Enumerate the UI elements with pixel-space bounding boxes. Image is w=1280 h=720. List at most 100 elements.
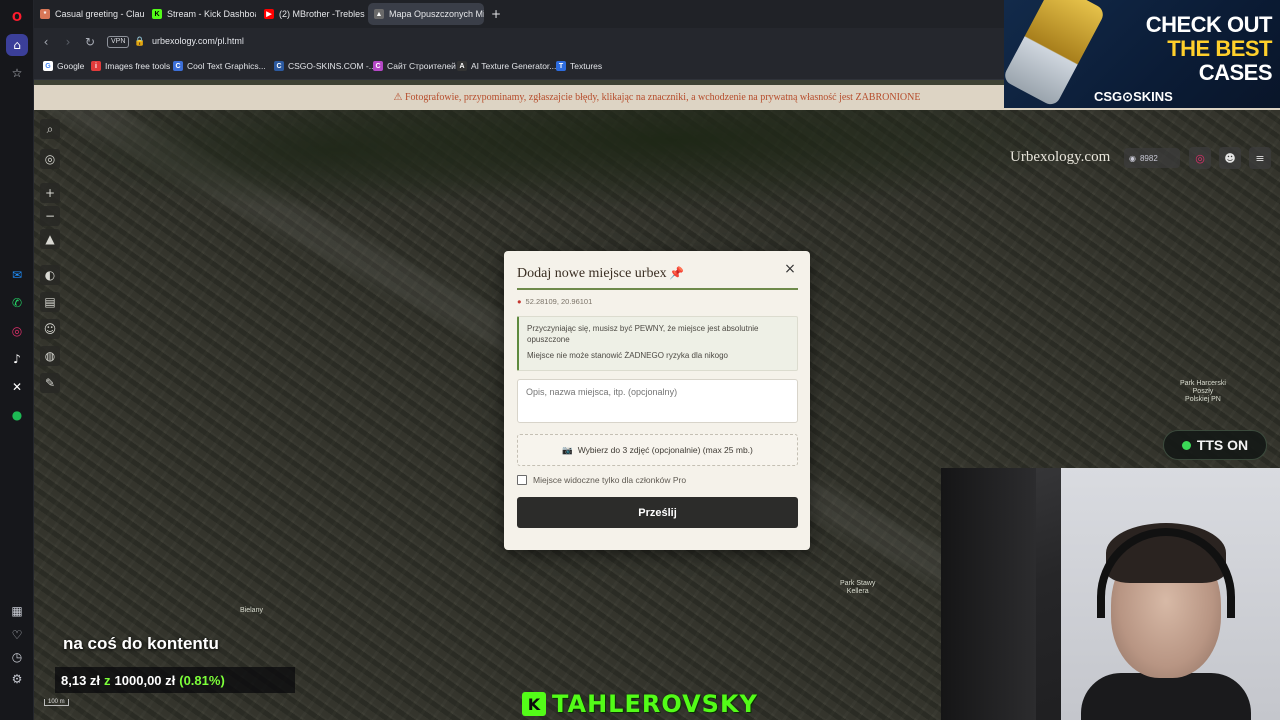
webcam-feed <box>941 468 1280 720</box>
webcam-shirt <box>1081 673 1251 720</box>
ad-headline-2: THE BEST <box>1167 36 1272 61</box>
add-place-modal: Dodaj nowe miejsce urbex 📌 × ● 52.28109,… <box>504 251 810 550</box>
heart-icon[interactable]: ♡ <box>6 624 28 646</box>
street-view-icon[interactable]: ☺ <box>40 319 60 339</box>
draw-tool-icon[interactable]: ✎ <box>40 373 60 393</box>
tab-label: Mapa Opuszczonych Mie <box>389 9 484 19</box>
bookmark-icon: C <box>274 61 284 71</box>
star-icon[interactable]: ☆ <box>6 62 28 84</box>
pushpin-icon: 📌 <box>669 266 684 280</box>
knife-graphic <box>1004 0 1107 108</box>
locate-icon[interactable]: ◎ <box>40 149 60 169</box>
bookmark-label: CSGO-SKINS.COM -... <box>288 61 376 71</box>
spotify-icon[interactable]: ● <box>6 404 28 426</box>
ad-headline-1: CHECK OUT <box>1145 12 1273 37</box>
kick-icon: K <box>152 9 162 19</box>
tiktok-icon[interactable]: ♪ <box>6 348 28 370</box>
caption-text: na coś do kontentu <box>63 634 219 653</box>
globe-icon[interactable]: ◍ <box>40 346 60 366</box>
tab-kick-dashboard[interactable]: K Stream - Kick Dashboard <box>146 3 256 25</box>
tab-label: (2) MBrother -Trebles <box>279 9 365 19</box>
map-label-bielany: Bielany <box>240 607 263 614</box>
zoom-in-button[interactable]: + <box>40 183 60 203</box>
bookmark-google[interactable]: G Google <box>43 61 84 71</box>
submit-button[interactable]: Prześlij <box>517 497 798 528</box>
pro-only-option[interactable]: Miejsce widoczne tylko dla członków Pro <box>517 475 686 485</box>
menu-icon[interactable]: ≡ <box>1249 147 1271 169</box>
divider <box>517 288 798 290</box>
close-icon[interactable]: × <box>783 261 797 277</box>
discord-count: 8982 <box>1139 153 1158 163</box>
discord-button[interactable]: ◉ 8982 <box>1124 148 1180 168</box>
tab-youtube[interactable]: ▶ (2) MBrother -Trebles <box>258 3 366 25</box>
lock-icon[interactable]: 🔒 <box>132 34 148 50</box>
layer-terrain-icon[interactable]: ◐ <box>40 265 60 285</box>
donation-goal-amount: 1000,00 zł <box>114 672 176 688</box>
bookmark-label: Textures <box>570 61 603 71</box>
webcam-chair <box>941 468 1036 720</box>
modal-title: Dodaj nowe miejsce urbex <box>517 266 667 281</box>
claude-icon: * <box>40 9 50 19</box>
x-twitter-icon[interactable]: ✕ <box>6 376 28 398</box>
location-pin-icon: ● <box>517 297 522 306</box>
streamer-tag: K TAHLEROVSKY <box>522 690 758 718</box>
coordinates: ● 52.28109, 20.96101 <box>517 297 592 306</box>
bookmark-icon: С <box>373 61 383 71</box>
donation-percent: (0.81%) <box>179 672 225 688</box>
plus-icon[interactable]: + <box>486 3 506 25</box>
sponsor-ad: CHECK OUT THE BEST CASES CSG⊙SKINS <box>1004 0 1280 108</box>
ad-brand: CSG⊙SKINS <box>1094 89 1173 104</box>
tab-claude[interactable]: * Casual greeting - Claude <box>34 3 144 25</box>
back-icon[interactable]: ‹ <box>38 34 54 50</box>
site-logo[interactable]: Urbexology.com <box>1010 149 1110 166</box>
bookmark-textures[interactable]: T Textures <box>556 61 602 71</box>
photo-upload-button[interactable]: 📷 Wybierz do 3 zdjęć (opcjonalnie) (max … <box>517 434 798 466</box>
bookmark-ai-texture[interactable]: A AI Texture Generator... <box>457 61 556 71</box>
reload-icon[interactable]: ↻ <box>82 34 98 50</box>
ad-headline-3: CASES <box>1198 60 1273 85</box>
bookmark-images-free-tools[interactable]: i Images free tools <box>91 61 170 71</box>
donation-current: 8,13 zł <box>61 672 101 688</box>
browser-sidebar: O ⌂ ☆ ✉ ✆ ◎ ♪ ✕ ● ▦ ♡ ◷ ⚙ <box>0 0 34 720</box>
streamer-name: TAHLEROVSKY <box>552 690 758 718</box>
bookmark-icon: T <box>556 61 566 71</box>
tts-label: TTS ON <box>1196 437 1249 453</box>
bookmark-csgo-skins[interactable]: C CSGO-SKINS.COM -... <box>274 61 376 71</box>
vpn-badge[interactable]: VPN <box>107 36 130 48</box>
zoom-out-button[interactable]: − <box>40 206 60 226</box>
layer-street-icon[interactable]: ▤ <box>40 292 60 312</box>
warning-box: Przyczyniając się, musisz być PEWNY, że … <box>517 316 798 371</box>
discord-icon: ◉ <box>1129 153 1136 163</box>
whatsapp-icon[interactable]: ✆ <box>6 292 28 314</box>
bookmark-label: Cool Text Graphics... <box>187 61 266 71</box>
map-icon: ▲ <box>374 9 384 19</box>
pro-only-checkbox[interactable] <box>517 475 527 485</box>
google-icon: G <box>43 61 53 71</box>
messenger-icon[interactable]: ✉ <box>6 264 28 286</box>
bookmark-icon: C <box>173 61 183 71</box>
tab-label: Casual greeting - Claude <box>55 9 144 19</box>
history-icon[interactable]: ◷ <box>6 646 28 668</box>
user-icon[interactable]: ☻ <box>1219 147 1241 169</box>
instagram-icon[interactable]: ◎ <box>1189 147 1211 169</box>
bookmark-cool-text[interactable]: C Cool Text Graphics... <box>173 61 266 71</box>
youtube-icon: ▶ <box>264 9 274 19</box>
forward-icon[interactable]: › <box>60 34 76 50</box>
map-label-park: Park Stawy Kellera <box>840 580 876 595</box>
bookmark-label: Сайт Строителей <box>387 61 456 71</box>
compass-icon[interactable]: ▲ <box>40 229 60 249</box>
tab-urbex-map[interactable]: ▲ Mapa Opuszczonych Mie <box>368 3 484 25</box>
photo-upload-label: Wybierz do 3 zdjęć (opcjonalnie) (max 25… <box>577 445 753 455</box>
extensions-icon[interactable]: ▦ <box>6 600 28 622</box>
instagram-icon[interactable]: ◎ <box>6 320 28 342</box>
home-icon[interactable]: ⌂ <box>6 34 28 56</box>
status-dot-icon <box>1181 440 1191 450</box>
coordinates-text: 52.28109, 20.96101 <box>525 297 593 306</box>
description-field[interactable] <box>517 379 798 423</box>
bookmark-builders-site[interactable]: С Сайт Строителей <box>373 61 456 71</box>
bookmark-icon: A <box>457 61 467 71</box>
search-icon[interactable]: ⌕ <box>40 119 60 139</box>
url-field[interactable]: urbexology.com/pl.html <box>152 36 244 46</box>
settings-icon[interactable]: ⚙ <box>6 668 28 690</box>
opera-logo-icon[interactable]: O <box>6 6 28 28</box>
